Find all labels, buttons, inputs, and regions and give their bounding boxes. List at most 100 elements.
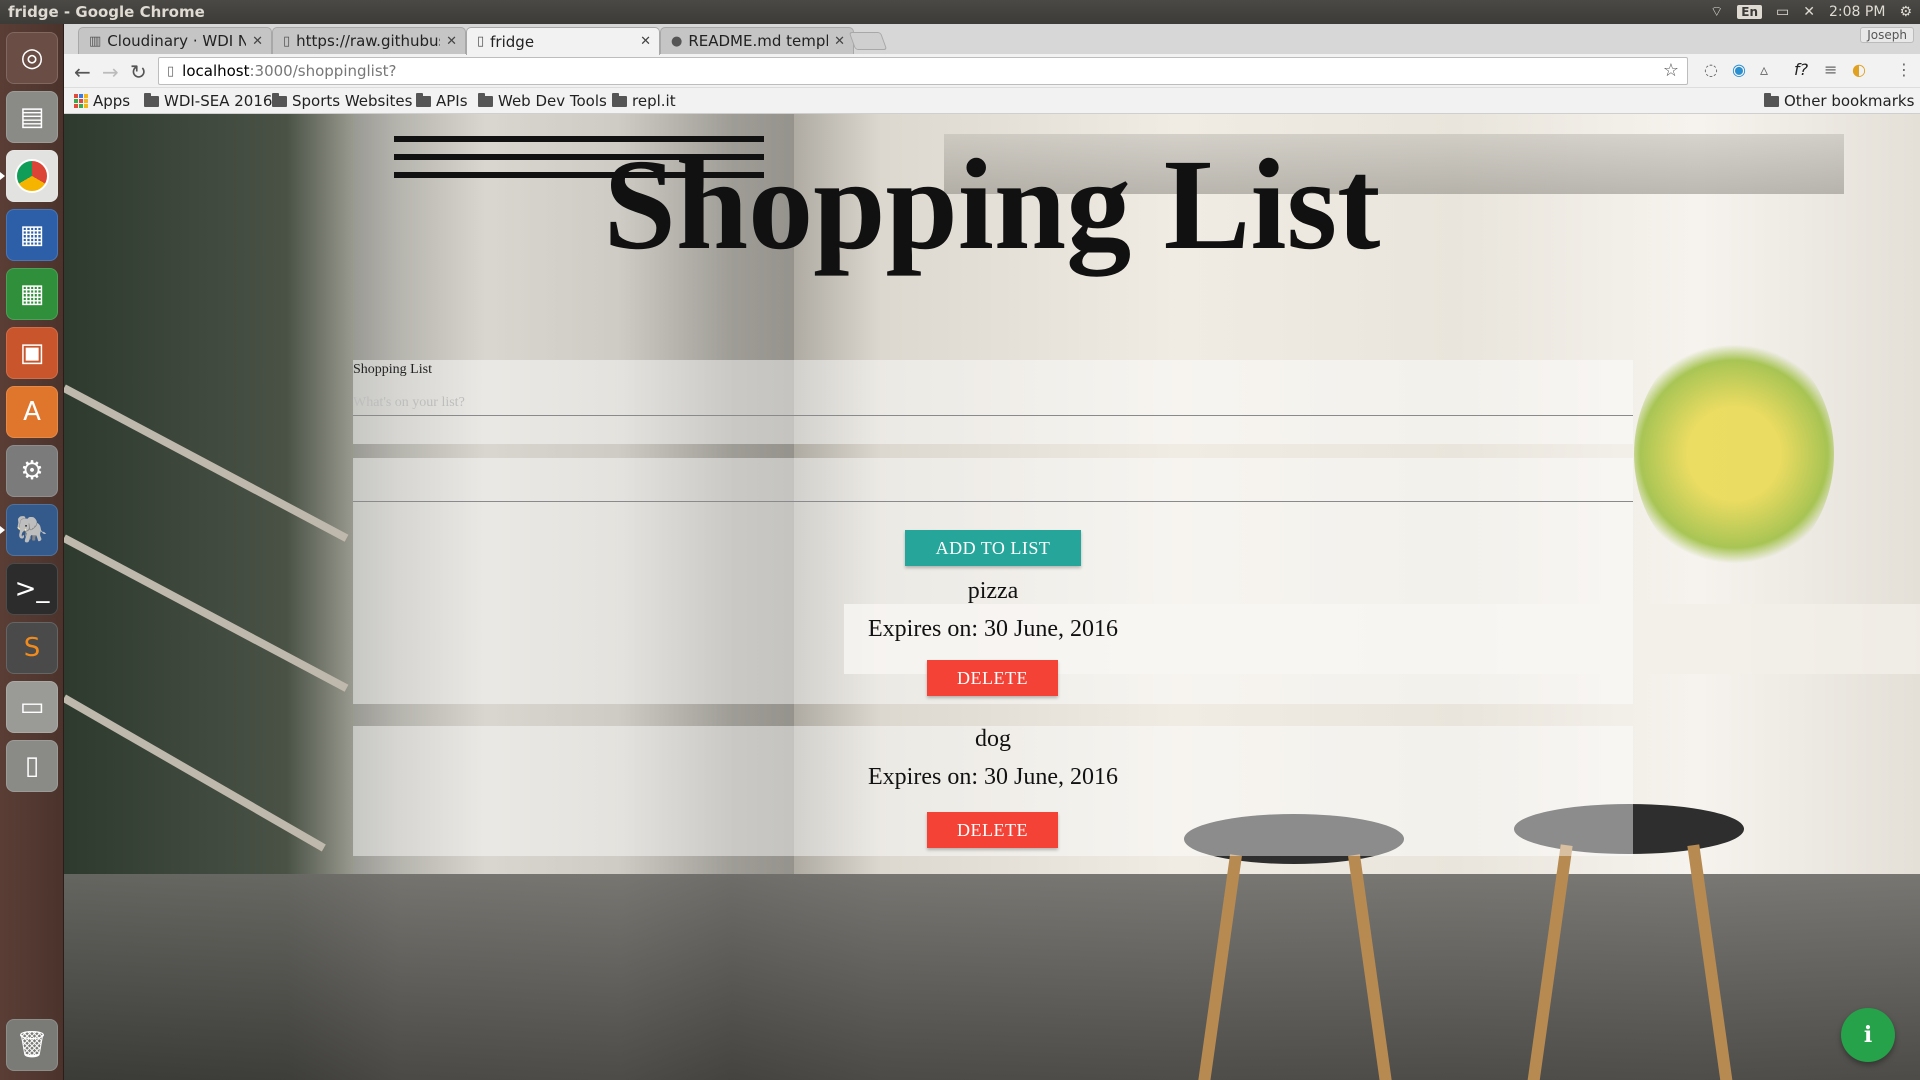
folder-icon xyxy=(478,92,493,107)
profile-button[interactable]: Joseph xyxy=(1860,27,1914,43)
background-floor xyxy=(64,874,1920,1080)
shopping-list-form: Shopping List xyxy=(353,360,1633,444)
tab-raw-github[interactable]: ▯ https://raw.githubusercontent ✕ xyxy=(272,27,466,54)
extension-icon[interactable]: ◌ xyxy=(1704,60,1718,79)
github-icon: ● xyxy=(671,33,683,49)
keyboard-language-indicator[interactable]: En xyxy=(1737,5,1763,19)
close-icon[interactable]: ✕ xyxy=(640,34,651,49)
page-icon: ▯ xyxy=(477,34,485,49)
page-viewport: Shopping List Shopping List ADD TO LIST … xyxy=(64,114,1920,1080)
unity-launcher: ◎ ▤ ▦ ▦ ▣ A ⚙ 🐘 >_ S ▭ ▯ 🗑 xyxy=(0,24,64,1080)
tab-fridge[interactable]: ▯ fridge ✕ xyxy=(466,27,660,55)
postgres-icon[interactable]: 🐘 xyxy=(0,504,58,556)
item-expiry: Expires on: 30 June, 2016 xyxy=(868,764,1118,790)
bookmark-label: APIs xyxy=(436,92,468,110)
file-manager-icon[interactable]: ▤ xyxy=(6,91,58,143)
close-icon[interactable]: ✕ xyxy=(252,34,263,49)
system-tray: ⌔ En ▭ ✕ 2:08 PM ⚙ xyxy=(1710,0,1912,24)
bookmark-repl-it[interactable]: repl.it xyxy=(612,92,676,110)
bookmark-star-icon[interactable]: ☆ xyxy=(1663,60,1679,81)
info-icon: i xyxy=(1863,1022,1873,1048)
settings-icon[interactable]: ⚙ xyxy=(6,445,58,497)
writer-icon[interactable]: ▦ xyxy=(6,209,58,261)
folder-icon xyxy=(144,92,159,107)
gear-icon[interactable]: ⚙ xyxy=(1899,4,1912,20)
item-name-input[interactable] xyxy=(353,390,1633,416)
bookmarks-bar: Apps WDI-SEA 2016 Sports Websites APIs W… xyxy=(64,88,1920,114)
extension-icon[interactable]: ≡ xyxy=(1824,60,1837,79)
drive-icon[interactable]: ▭ xyxy=(6,681,58,733)
impress-icon[interactable]: ▣ xyxy=(6,327,58,379)
bookmark-label: WDI-SEA 2016 xyxy=(164,92,273,110)
bookmark-label: Web Dev Tools xyxy=(498,92,607,110)
bookmark-apps[interactable]: Apps xyxy=(74,92,130,110)
book-icon: ▥ xyxy=(89,33,102,49)
background-flowers xyxy=(1634,334,1834,574)
url-path: :3000/shoppinglist? xyxy=(249,62,397,80)
ubuntu-dash-icon[interactable]: ◎ xyxy=(6,32,58,84)
bookmark-web-dev-tools[interactable]: Web Dev Tools xyxy=(478,92,607,110)
tab-strip: ▥ Cloudinary · WDI Notes ✕ ▯ https://raw… xyxy=(64,24,1920,55)
tab-cloudinary[interactable]: ▥ Cloudinary · WDI Notes ✕ xyxy=(78,27,272,54)
folder-icon xyxy=(1764,92,1779,107)
software-center-icon[interactable]: A xyxy=(6,386,58,438)
calc-icon[interactable]: ▦ xyxy=(6,268,58,320)
volume-muted-icon[interactable]: ✕ xyxy=(1803,4,1815,20)
list-item: pizza Expires on: 30 June, 2016 DELETE xyxy=(353,574,1633,704)
background-stair-rail xyxy=(64,694,326,852)
bookmark-apis[interactable]: APIs xyxy=(416,92,468,110)
item-expiry: Expires on: 30 June, 2016 xyxy=(868,616,1118,642)
expiry-form-panel: ADD TO LIST xyxy=(353,458,1633,574)
bookmark-label: repl.it xyxy=(632,92,676,110)
wifi-icon[interactable]: ⌔ xyxy=(1710,3,1723,21)
tab-readme-template[interactable]: ● README.md template ✕ xyxy=(660,27,854,54)
info-fab-button[interactable]: i xyxy=(1841,1008,1895,1062)
folder-icon xyxy=(272,92,287,107)
address-bar[interactable]: ▯ localhost:3000/shoppinglist? ☆ xyxy=(158,57,1688,85)
browser-window: ▥ Cloudinary · WDI Notes ✕ ▯ https://raw… xyxy=(64,24,1920,1080)
window-title: fridge - Google Chrome xyxy=(8,3,205,21)
folder-icon xyxy=(612,92,627,107)
folder-icon xyxy=(416,92,431,107)
function-extension-icon[interactable]: f? xyxy=(1794,60,1808,79)
other-bookmarks[interactable]: Other bookmarks xyxy=(1764,92,1914,110)
add-to-list-button[interactable]: ADD TO LIST xyxy=(905,530,1081,566)
tab-title: fridge xyxy=(490,32,535,51)
delete-button[interactable]: DELETE xyxy=(927,812,1058,848)
bookmark-label: Other bookmarks xyxy=(1784,92,1915,110)
apps-grid-icon xyxy=(74,94,88,108)
tab-title: README.md template xyxy=(688,32,828,50)
back-arrow-icon[interactable]: ← xyxy=(74,60,91,84)
bookmark-wdi-sea-2016[interactable]: WDI-SEA 2016 xyxy=(144,92,272,110)
new-tab-button[interactable] xyxy=(848,32,888,50)
extension-icon[interactable]: ◐ xyxy=(1852,60,1866,79)
extension-icon[interactable]: ▵ xyxy=(1760,60,1768,79)
reload-icon[interactable]: ↻ xyxy=(130,60,147,84)
expiry-date-input[interactable] xyxy=(353,476,1633,502)
delete-button[interactable]: DELETE xyxy=(927,660,1058,696)
page-title: Shopping List xyxy=(603,133,1381,277)
terminal-icon[interactable]: >_ xyxy=(6,563,58,615)
battery-icon[interactable]: ▭ xyxy=(1776,4,1789,20)
bookmark-label: Apps xyxy=(93,92,131,110)
system-top-panel: fridge - Google Chrome ⌔ En ▭ ✕ 2:08 PM … xyxy=(0,0,1920,24)
chrome-menu-icon[interactable]: ⋮ xyxy=(1896,60,1912,79)
close-icon[interactable]: ✕ xyxy=(446,34,457,49)
bookmark-label: Sports Websites xyxy=(292,92,413,110)
chrome-icon[interactable] xyxy=(0,150,58,202)
sublime-text-icon[interactable]: S xyxy=(6,622,58,674)
extension-icon[interactable]: ◉ xyxy=(1732,60,1746,79)
trash-icon[interactable]: 🗑 xyxy=(6,1019,58,1071)
tab-title: Cloudinary · WDI Notes xyxy=(107,32,246,50)
form-label: Shopping List xyxy=(353,362,432,377)
background-stair-rail xyxy=(64,534,349,692)
bookmark-sports-websites[interactable]: Sports Websites xyxy=(272,92,412,110)
page-icon: ▯ xyxy=(283,33,291,49)
page-info-icon[interactable]: ▯ xyxy=(167,64,174,79)
clock[interactable]: 2:08 PM xyxy=(1829,4,1885,20)
usb-device-icon[interactable]: ▯ xyxy=(6,740,58,792)
background-stair-rail xyxy=(64,384,349,542)
forward-arrow-icon[interactable]: → xyxy=(102,60,119,84)
browser-toolbar: ← → ↻ ▯ localhost:3000/shoppinglist? ☆ ◌… xyxy=(64,54,1920,88)
close-icon[interactable]: ✕ xyxy=(834,34,845,49)
